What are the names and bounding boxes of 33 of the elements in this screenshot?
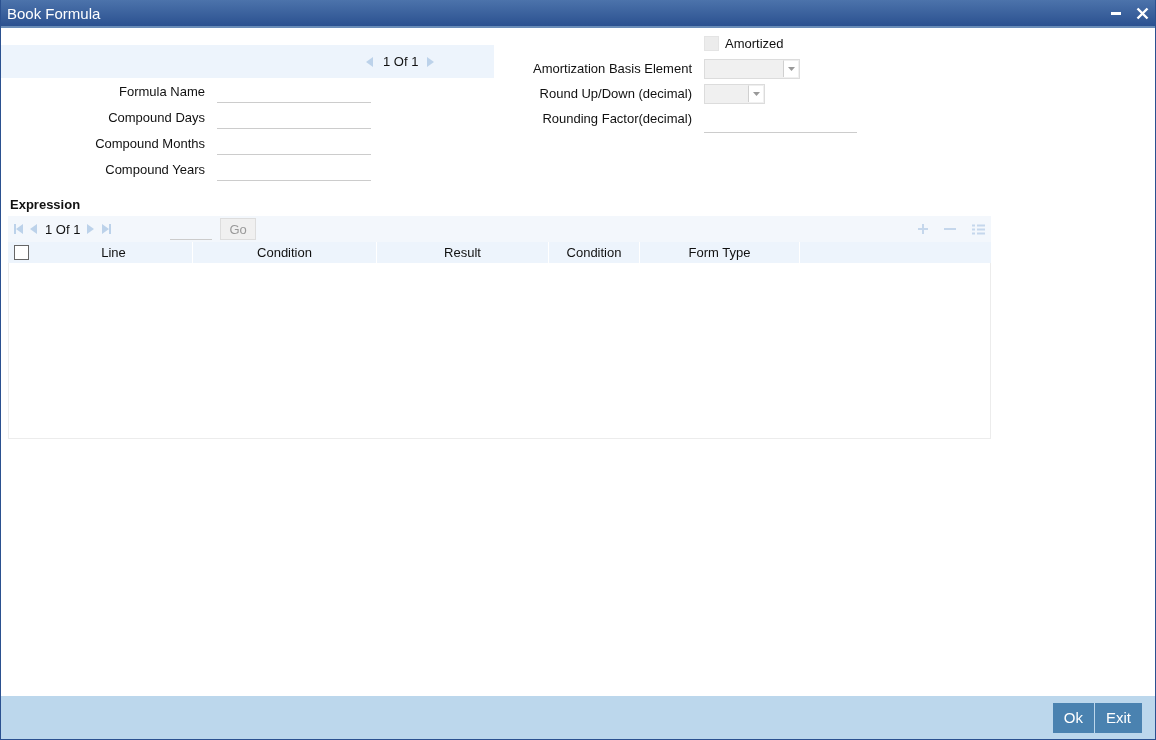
window-title: Book Formula — [7, 4, 102, 22]
column-header: Line — [35, 242, 193, 263]
first-page-icon[interactable] — [13, 223, 23, 235]
field-label: Rounding Factor(decimal) — [541, 111, 692, 126]
checkbox[interactable] — [704, 36, 719, 51]
field-label: Compound Days — [107, 109, 205, 125]
dropdown[interactable] — [704, 58, 800, 79]
field-label: Amortization Basis Element — [532, 61, 692, 76]
go-button[interactable]: Go — [220, 218, 256, 240]
dropdown-arrow-icon — [752, 92, 760, 96]
select-all-checkbox[interactable] — [14, 245, 29, 260]
column-header: Condition — [549, 242, 640, 263]
field-label: Compound Years — [104, 161, 205, 177]
last-page-icon[interactable] — [102, 223, 113, 235]
checkbox-label: Amortized — [725, 36, 784, 51]
section-heading: Expression — [10, 197, 82, 212]
dropdown[interactable] — [704, 83, 765, 104]
column-header: Form Type — [640, 242, 800, 263]
list-icon[interactable] — [972, 223, 985, 235]
page-counter: 1 Of 1 — [45, 221, 81, 237]
column-header: Condition — [193, 242, 377, 263]
footer-button[interactable]: Ok — [1052, 702, 1094, 733]
footer-button[interactable]: Exit — [1095, 702, 1142, 733]
field-label: Compound Months — [94, 135, 205, 151]
record-counter: 1 Of 1 — [383, 54, 419, 69]
previous-icon[interactable] — [365, 55, 375, 68]
dropdown-arrow-icon — [787, 67, 795, 71]
field-label: Round Up/Down (decimal) — [538, 86, 692, 101]
add-icon[interactable] — [918, 224, 928, 234]
column-header: Result — [377, 242, 549, 263]
field-label: Formula Name — [118, 83, 205, 99]
previous-icon[interactable] — [29, 223, 39, 235]
close-icon[interactable] — [1136, 6, 1149, 20]
